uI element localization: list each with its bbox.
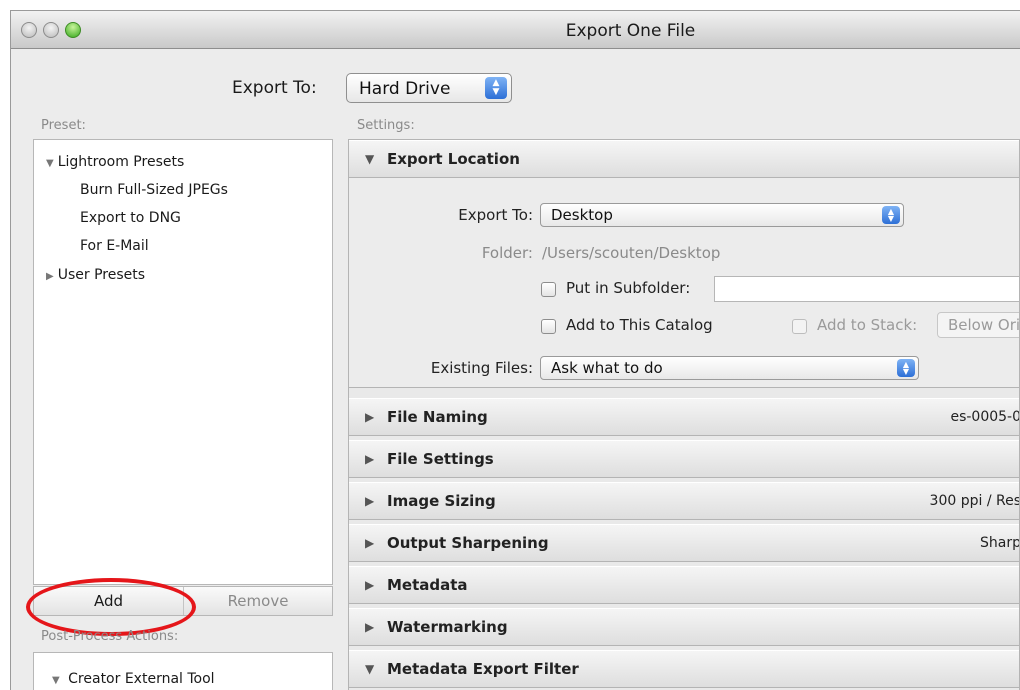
export-location-value: Desktop: [551, 206, 613, 224]
add-to-stack-checkbox[interactable]: [792, 319, 807, 334]
popup-arrows-icon: ▲ ▼: [485, 77, 507, 99]
popup-arrows-icon: ▲ ▼: [897, 359, 915, 377]
section-title: Metadata Export Filter: [387, 660, 579, 678]
settings-label: Settings:: [357, 118, 415, 133]
add-to-catalog-label: Add to This Catalog: [566, 316, 713, 334]
disclosure-open-icon[interactable]: ▼: [365, 152, 374, 166]
section-title: Metadata: [387, 576, 468, 594]
stack-position-popup[interactable]: Below Ori: [937, 312, 1019, 338]
section-summary: es-0005-0: [950, 409, 1020, 425]
existing-files-popup[interactable]: Ask what to do ▲ ▼: [540, 356, 919, 380]
preset-group-user[interactable]: ▶ User Presets: [46, 267, 145, 283]
disclosure-open-icon[interactable]: ▼: [46, 158, 54, 169]
subfolder-input[interactable]: [714, 276, 1019, 302]
preset-group-label: User Presets: [57, 267, 146, 283]
disclosure-closed-icon[interactable]: ▶: [365, 410, 374, 424]
remove-preset-button[interactable]: Remove: [184, 587, 332, 615]
section-output-sharpening[interactable]: ▶ Output Sharpening Sharp: [349, 524, 1020, 562]
section-file-settings[interactable]: ▶ File Settings: [349, 440, 1019, 478]
folder-label: Folder:: [481, 244, 533, 262]
highlight-annotation-ellipse: [26, 578, 196, 636]
post-process-list[interactable]: ▼ Creator External Tool: [33, 652, 333, 690]
folder-path: /Users/scouten/Desktop: [542, 244, 721, 262]
preset-label: Preset:: [41, 118, 86, 133]
disclosure-closed-icon[interactable]: ▶: [365, 452, 374, 466]
section-title: File Naming: [387, 408, 488, 426]
disclosure-open-icon[interactable]: ▼: [365, 662, 374, 676]
section-title: Export Location: [387, 150, 520, 168]
preset-group-label: Lightroom Presets: [57, 154, 185, 170]
add-to-stack-label: Add to Stack:: [817, 316, 918, 334]
section-metadata[interactable]: ▶ Metadata: [349, 566, 1019, 604]
section-title: Output Sharpening: [387, 534, 549, 552]
section-title: Image Sizing: [387, 492, 496, 510]
section-summary: Sharp: [980, 535, 1020, 551]
post-process-label: Post-Process Actions:: [41, 629, 179, 644]
existing-files-label: Existing Files:: [430, 359, 533, 377]
section-title: Watermarking: [387, 618, 508, 636]
section-watermarking[interactable]: ▶ Watermarking: [349, 608, 1019, 646]
disclosure-open-icon[interactable]: ▼: [52, 675, 60, 686]
export-location-popup[interactable]: Desktop ▲ ▼: [540, 203, 904, 227]
settings-panel: ▼ Export Location Export To: Desktop ▲ ▼ …: [348, 139, 1020, 690]
export-location-body: Export To: Desktop ▲ ▼ Folder: /Users/sco…: [349, 178, 1019, 388]
disclosure-closed-icon[interactable]: ▶: [46, 271, 54, 282]
add-to-catalog-checkbox[interactable]: [541, 319, 556, 334]
put-in-subfolder-checkbox[interactable]: [541, 282, 556, 297]
post-process-group[interactable]: ▼ Creator External Tool: [52, 671, 215, 687]
disclosure-closed-icon[interactable]: ▶: [365, 578, 374, 592]
section-summary: 300 ppi / Res: [929, 493, 1020, 509]
export-to-label: Export To:: [458, 206, 533, 224]
popup-arrows-icon: ▲ ▼: [882, 206, 900, 224]
preset-item[interactable]: Burn Full-Sized JPEGs: [80, 182, 228, 198]
export-to-label: Export To:: [232, 78, 317, 98]
post-process-group-label: Creator External Tool: [68, 671, 215, 687]
section-export-location[interactable]: ▼ Export Location: [349, 140, 1019, 178]
export-to-value: Hard Drive: [359, 79, 451, 99]
preset-group-lightroom[interactable]: ▼ Lightroom Presets: [46, 154, 184, 170]
preset-item[interactable]: For E-Mail: [80, 238, 149, 254]
preset-item[interactable]: Export to DNG: [80, 210, 181, 226]
existing-files-value: Ask what to do: [551, 359, 663, 377]
disclosure-closed-icon[interactable]: ▶: [365, 536, 374, 550]
put-in-subfolder-label: Put in Subfolder:: [566, 279, 691, 297]
section-title: File Settings: [387, 450, 494, 468]
section-metadata-export-filter[interactable]: ▼ Metadata Export Filter: [349, 650, 1019, 688]
title-bar[interactable]: Export One File: [11, 11, 1020, 49]
disclosure-closed-icon[interactable]: ▶: [365, 494, 374, 508]
section-file-naming[interactable]: ▶ File Naming es-0005-0: [349, 398, 1020, 436]
section-image-sizing[interactable]: ▶ Image Sizing 300 ppi / Res: [349, 482, 1020, 520]
export-to-popup[interactable]: Hard Drive ▲ ▼: [346, 73, 512, 103]
disclosure-closed-icon[interactable]: ▶: [365, 620, 374, 634]
preset-list[interactable]: ▼ Lightroom Presets Burn Full-Sized JPEGs…: [33, 139, 333, 585]
window-title: Export One File: [565, 21, 696, 41]
